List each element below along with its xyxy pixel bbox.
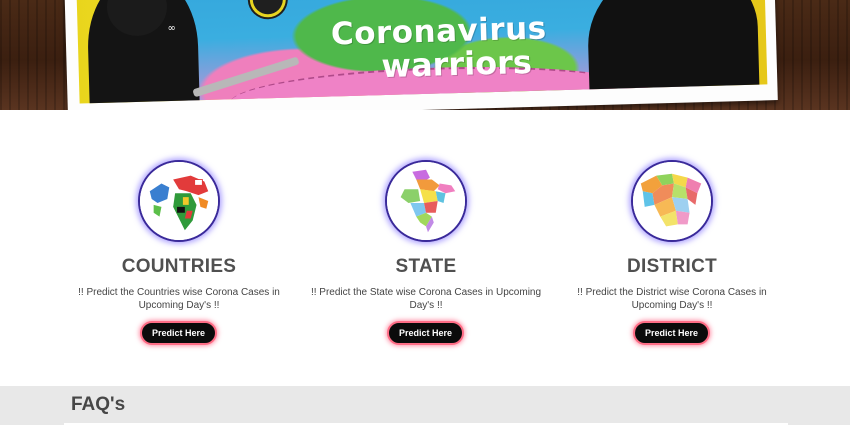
state-card: STATE !! Predict the State wise Corona C… [306, 110, 546, 386]
poster-artwork: ∞ Coronavirus warriors [76, 0, 768, 104]
hero-banner: ∞ Coronavirus warriors [0, 0, 850, 110]
card-title: COUNTRIES [121, 256, 237, 277]
coronavirus-warriors-poster: ∞ Coronavirus warriors [64, 0, 778, 110]
poster-title: Coronavirus warriors [273, 10, 605, 86]
state-map-image [385, 160, 467, 242]
doctor-silhouette [586, 0, 761, 104]
card-description: !! Predict the State wise Corona Cases i… [310, 287, 542, 311]
card-description: !! Predict the Countries wise Corona Cas… [78, 287, 280, 311]
prediction-cards: COUNTRIES !! Predict the Countries wise … [0, 110, 850, 386]
predict-district-button[interactable]: Predict Here [633, 321, 710, 345]
faq-heading: FAQ's [71, 394, 126, 415]
district-card: DISTRICT !! Predict the District wise Co… [552, 110, 792, 386]
card-description: !! Predict the District wise Corona Case… [577, 287, 767, 311]
district-map-image [631, 160, 713, 242]
faq-section: FAQ's [0, 386, 850, 425]
district-map-icon [633, 162, 711, 240]
predict-state-button[interactable]: Predict Here [387, 321, 464, 345]
card-title: STATE [395, 256, 457, 277]
helmet-emblem: ∞ [167, 22, 177, 35]
card-title: DISTRICT [626, 256, 717, 277]
world-map-icon [140, 162, 218, 240]
world-map-image [138, 160, 220, 242]
countries-card: COUNTRIES !! Predict the Countries wise … [59, 110, 299, 386]
predict-countries-button[interactable]: Predict Here [140, 321, 217, 345]
india-map-icon [387, 162, 465, 240]
